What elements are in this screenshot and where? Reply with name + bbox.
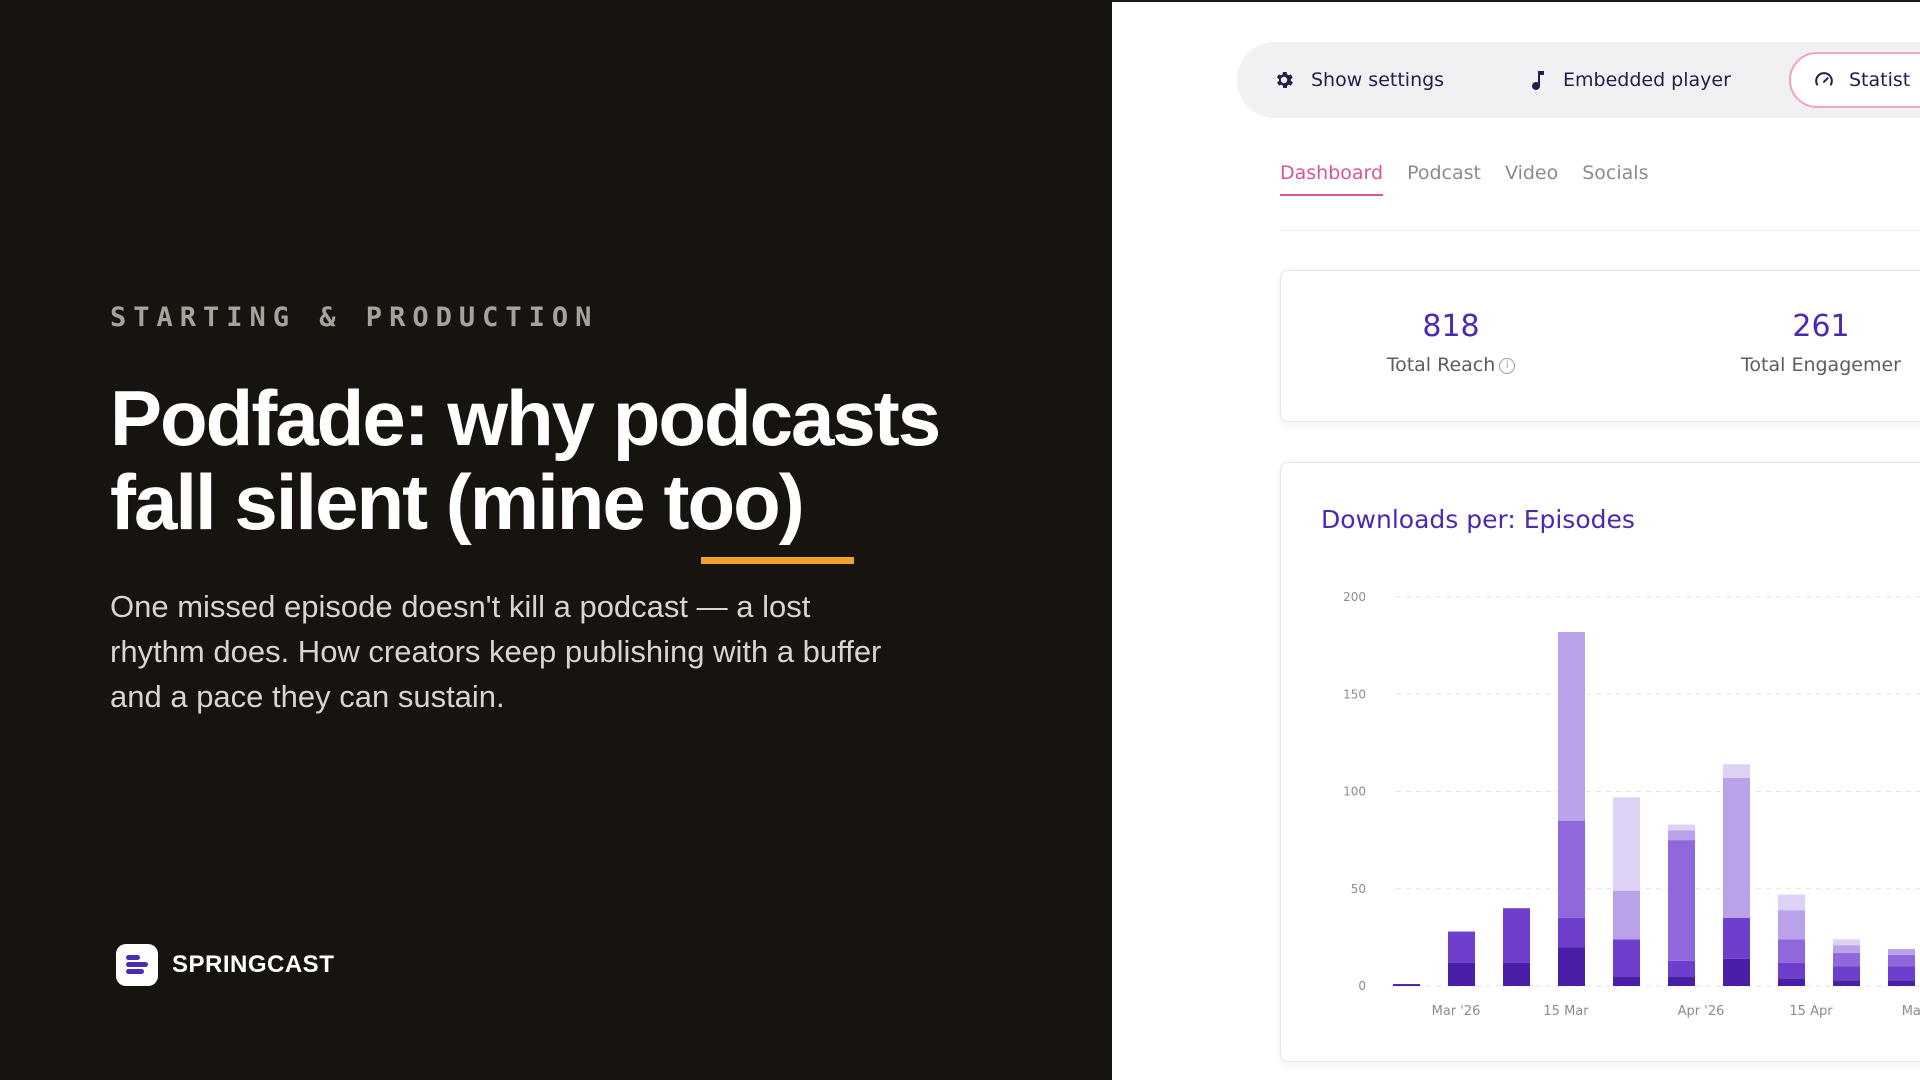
springcast-logo-icon (116, 944, 158, 986)
bar-segment (1448, 931, 1475, 963)
bar[interactable] (1668, 824, 1695, 986)
y-tick-label: 0 (1358, 979, 1366, 993)
title-emphasis: too) (663, 458, 804, 546)
title-line-2: fall silent (mine (110, 458, 664, 546)
kpi-label: Total Engagemer (1741, 354, 1901, 376)
kpi-value: 261 (1792, 309, 1850, 344)
downloads-chart: 0 50 100 150 200 Mar '26 15 Mar Apr '26 15 Apr Ma… (1343, 590, 1920, 1019)
bar-segment (1558, 917, 1585, 948)
kpi-card: 818 Total Reach i 261 Total Engagemer (1280, 270, 1920, 422)
bar-segment (1503, 962, 1530, 986)
chart-card: Downloads per: Episodes 0 50 100 150 200 Mar … (1280, 462, 1920, 1062)
y-tick-label: 200 (1343, 590, 1366, 604)
kpi-label: Total Reach i (1321, 354, 1581, 376)
bar[interactable] (1503, 908, 1530, 986)
bar-segment (1833, 980, 1860, 986)
bar-segment (1668, 960, 1695, 977)
bar-segment (1778, 910, 1805, 940)
bar-segment (1778, 962, 1805, 979)
bar[interactable] (1833, 939, 1860, 986)
x-tick-label: Mar '26 (1432, 1004, 1481, 1019)
embedded-player-label: Embedded player (1563, 69, 1731, 91)
statistics-button[interactable]: Statist (1789, 52, 1920, 108)
show-settings-button[interactable]: Show settings (1273, 42, 1444, 118)
tab-dashboard[interactable]: Dashboard (1280, 162, 1384, 196)
info-icon[interactable]: i (1499, 357, 1516, 374)
bar[interactable] (1888, 949, 1915, 986)
bar[interactable] (1613, 797, 1640, 986)
bar-segment (1503, 908, 1530, 963)
bar-segment (1723, 764, 1750, 778)
bar-segment (1833, 952, 1860, 967)
title-underline (701, 557, 854, 564)
y-tick-label: 50 (1351, 882, 1366, 896)
bar[interactable] (1558, 632, 1585, 986)
x-tick-label: 15 Apr (1789, 1004, 1833, 1019)
bar-segment (1723, 917, 1750, 959)
kpi-value: 818 (1422, 309, 1480, 344)
bar-segment (1888, 966, 1915, 981)
bar-segment (1558, 820, 1585, 918)
tab-bar: Dashboard Podcast Video Socials (1280, 162, 1648, 196)
y-tick-label: 100 (1343, 785, 1366, 799)
bar-segment (1778, 894, 1805, 911)
category-label: STARTING & PRODUCTION (110, 302, 599, 333)
bar-segment (1668, 976, 1695, 986)
bar-segment (1888, 980, 1915, 986)
kpi-total-reach: 818 Total Reach i (1321, 309, 1581, 376)
bar-segment (1613, 939, 1640, 977)
bar-segment (1778, 939, 1805, 963)
bar[interactable] (1448, 931, 1475, 986)
bar[interactable] (1393, 984, 1420, 986)
bar-segment (1393, 984, 1420, 986)
x-tick-label: Apr '26 (1678, 1004, 1725, 1019)
kpi-total-engagement: 261 Total Engagemer (1691, 309, 1920, 376)
tab-socials[interactable]: Socials (1582, 162, 1648, 196)
brand-name: SPRINGCAST (172, 951, 335, 978)
bar[interactable] (1723, 764, 1750, 986)
hero-panel: STARTING & PRODUCTION Podfade: why podca… (0, 0, 1112, 1080)
bar[interactable] (1778, 894, 1805, 986)
bar-segment (1888, 954, 1915, 967)
x-tick-label: May ' (1902, 1004, 1920, 1019)
title-line-1: Podfade: why podcasts (110, 374, 941, 462)
x-tick-label: 15 Mar (1543, 1004, 1589, 1019)
bar-segment (1558, 632, 1585, 821)
bar-segment (1723, 958, 1750, 986)
bar-segment (1448, 962, 1475, 986)
bar-segment (1833, 966, 1860, 981)
article-description: One missed episode doesn't kill a podcas… (110, 589, 882, 714)
bar-segment (1833, 945, 1860, 953)
bar-segment (1668, 830, 1695, 841)
music-note-icon (1532, 71, 1544, 90)
bar-segment (1613, 890, 1640, 940)
bar-segment (1613, 797, 1640, 891)
embedded-player-button[interactable]: Embedded player (1529, 42, 1731, 118)
article-title: Podfade: why podcasts fall silent (mine … (110, 376, 1070, 544)
gear-icon (1276, 72, 1293, 88)
bar-segment (1613, 976, 1640, 986)
bar-segment (1888, 949, 1915, 955)
bar-segment (1778, 978, 1805, 986)
gauge-icon (1815, 72, 1833, 86)
bar-segment (1558, 947, 1585, 986)
bar-segment (1833, 939, 1860, 946)
dashboard-screenshot: Show settings Embedded player Statist Da… (1112, 0, 1920, 1080)
bar-segment (1668, 824, 1695, 831)
brand: SPRINGCAST (116, 944, 334, 986)
show-settings-label: Show settings (1311, 69, 1445, 91)
tab-video[interactable]: Video (1505, 162, 1558, 196)
bar-segment (1723, 777, 1750, 918)
statistics-label: Statist (1849, 69, 1911, 91)
y-tick-label: 150 (1343, 687, 1366, 701)
tabs-divider (1280, 230, 1920, 231)
tab-podcast[interactable]: Podcast (1407, 162, 1481, 196)
toolbar: Show settings Embedded player Statist (1237, 42, 1920, 118)
bar-segment (1668, 840, 1695, 961)
